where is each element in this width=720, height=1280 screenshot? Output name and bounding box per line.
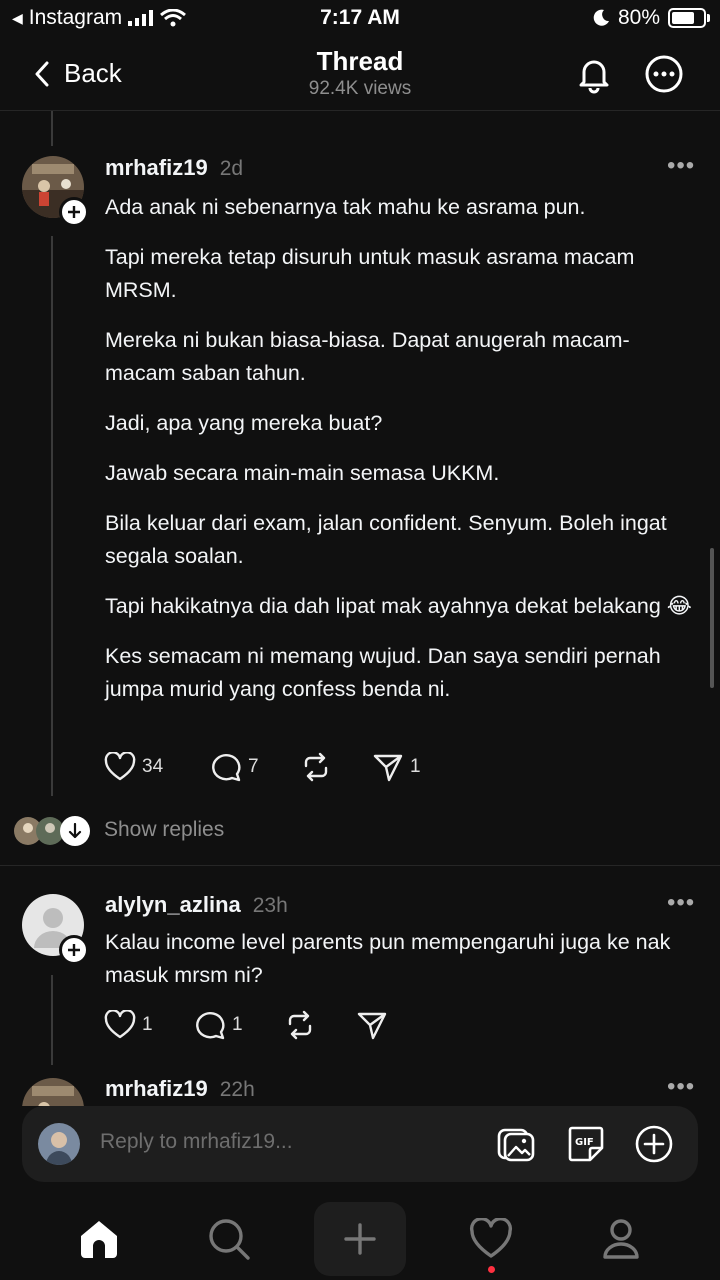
moon-icon [593,9,609,26]
post-time: 2d [219,157,244,180]
username-text[interactable]: mrhafiz19 [105,155,208,180]
heart-icon [104,752,136,781]
thread-header: Back Thread 92.4K views [0,38,720,111]
post-time: 23h [252,894,288,917]
repost-button[interactable] [284,1010,356,1040]
follow-plus-icon[interactable] [59,935,89,965]
post-body: Ada anak ni sebenarnya tak mahu ke asram… [105,191,695,723]
post-paragraph: Ada anak ni sebenarnya tak mahu ke asram… [105,195,586,219]
thread-line [51,110,53,146]
follow-plus-icon[interactable] [59,197,89,227]
nav-activity[interactable] [445,1202,537,1276]
comment-count: 1 [232,1014,243,1035]
repost-icon [304,752,328,782]
post-paragraph: Mereka ni bukan biasa-biasa. Dapat anuge… [105,328,630,385]
like-count: 34 [142,756,164,777]
heart-icon [104,1010,136,1039]
send-icon [373,754,403,782]
comment-button[interactable]: 1 [194,1010,284,1040]
post-paragraph: Jadi, apa yang mereka buat? [105,411,383,435]
battery-icon [668,8,710,28]
post-more-icon[interactable]: ••• [667,152,695,180]
nav-create[interactable] [314,1202,406,1276]
add-circle-icon[interactable] [634,1124,674,1164]
battery-percent: 80% [617,6,660,29]
username-text[interactable]: alylyn_azlina [105,892,241,917]
post-username[interactable]: mrhafiz19 22h [105,1076,255,1102]
nav-search[interactable] [183,1202,275,1276]
post-paragraph: Bila keluar dari exam, jalan confident. … [105,511,667,568]
post-body: Kalau income level parents pun mempengar… [105,926,695,1009]
post-paragraph: Kes semacam ni memang wujud. Dan saya se… [105,644,661,701]
heart-icon [469,1218,513,1258]
repost-button[interactable] [300,752,372,782]
gif-icon[interactable]: GIF [566,1124,606,1164]
show-replies-button[interactable]: Show replies [14,816,314,846]
like-count: 1 [142,1014,153,1035]
profile-icon [603,1219,639,1259]
send-icon [357,1012,387,1040]
post-time: 22h [219,1078,255,1101]
post-avatar[interactable] [22,1078,84,1106]
post-divider [0,865,720,866]
post-paragraph: Jawab secara main-main semasa UKKM. [105,461,500,485]
post-paragraph: Kalau income level parents pun mempengar… [105,930,671,987]
thread-line [51,975,53,1065]
more-options-icon[interactable] [644,54,684,94]
nav-profile[interactable] [575,1202,667,1276]
nav-home[interactable] [53,1202,145,1276]
scrollbar[interactable] [710,548,714,688]
avatar-image [22,1078,84,1106]
svg-text:GIF: GIF [575,1137,594,1148]
bell-icon[interactable] [574,54,614,94]
post-more-icon[interactable]: ••• [667,889,695,917]
post-more-icon[interactable]: ••• [667,1073,695,1101]
post-username[interactable]: mrhafiz19 2d [105,155,243,181]
post-actions: 34 7 1 [104,752,421,782]
reply-composer: Reply to mrhafiz19... GIF [22,1106,698,1182]
plus-icon [344,1223,376,1255]
show-replies-label: Show replies [104,818,225,841]
repost-icon [288,1010,312,1040]
arrow-down-icon [60,816,90,846]
like-button[interactable]: 34 [104,752,210,782]
comment-count: 7 [248,756,259,777]
post-actions: 1 1 [104,1010,388,1040]
reply-input[interactable]: Reply to mrhafiz19... [100,1130,293,1154]
share-button[interactable]: 1 [372,752,421,782]
share-count: 1 [410,756,421,777]
comment-icon [196,1012,225,1040]
post-paragraph: Tapi hakikatnya dia dah lipat mak ayahny… [105,594,692,618]
status-bar: ◀ Instagram 7:17 AM 80% [0,0,720,38]
search-icon [209,1219,250,1260]
home-icon [81,1221,117,1258]
my-avatar [38,1123,80,1165]
notification-dot [488,1266,495,1273]
like-button[interactable]: 1 [104,1010,194,1040]
gallery-icon[interactable] [496,1124,536,1164]
comment-icon [212,754,241,782]
post-paragraph: Tapi mereka tetap disuruh untuk masuk as… [105,245,635,302]
username-text[interactable]: mrhafiz19 [105,1076,208,1101]
thread-line [51,236,53,796]
share-button[interactable] [356,1010,388,1040]
post-username[interactable]: alylyn_azlina 23h [105,892,288,918]
comment-button[interactable]: 7 [210,752,300,782]
bottom-nav [0,1192,720,1280]
